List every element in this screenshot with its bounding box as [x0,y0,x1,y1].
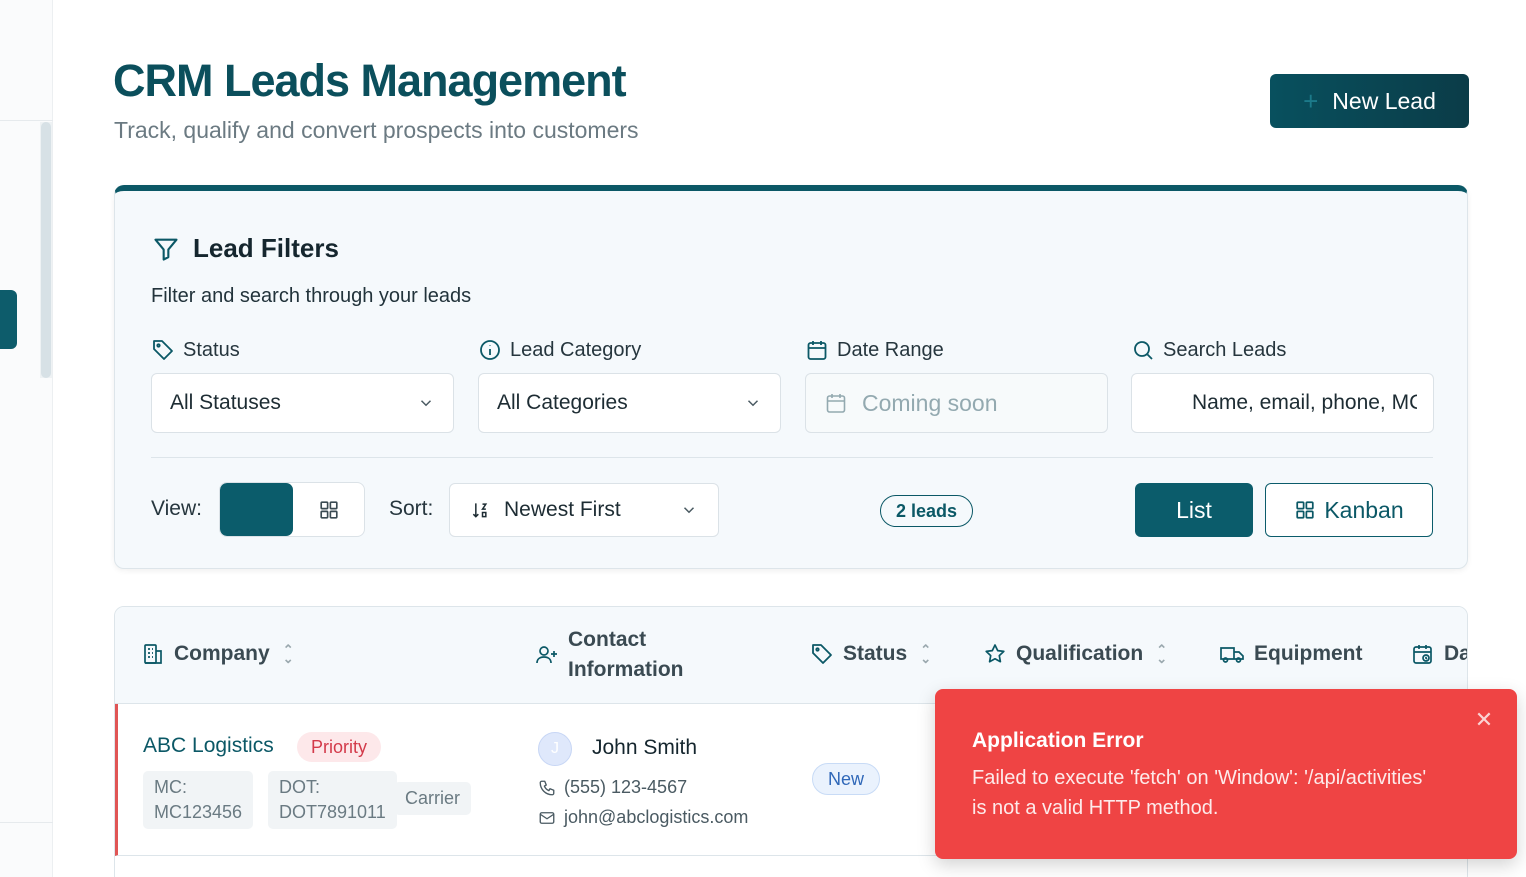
dot-chip: DOT: DOT7891011 [268,771,397,829]
view-toggle-list[interactable] [220,483,293,536]
chevron-down-icon [420,400,432,407]
status-filter-label: Status [151,338,240,362]
column-date-label: Da [1444,642,1467,665]
info-icon [480,340,500,360]
user-plus-icon [536,646,557,664]
mc-chip: MC: MC123456 [143,771,254,829]
date-range-value: Coming soon [862,389,998,416]
contact-email: john@abclogistics.com [538,807,748,828]
column-status[interactable]: Status ⌃ ⌄ [810,642,931,666]
plus-icon: + [1303,86,1319,116]
page-title: CRM Leads Management [113,55,627,106]
app-root: CRM Leads Management Track, qualify and … [0,0,1526,877]
calendar-icon [807,341,827,360]
search-icon [1134,341,1153,360]
star-icon [985,644,1005,663]
column-contact-label: Contact [568,628,647,651]
column-company[interactable]: Company ⌃ ⌄ [141,642,294,666]
status-badge: New [812,763,881,795]
new-lead-label: New Lead [1332,87,1436,114]
search-leads-label: Search Leads [1131,338,1286,362]
sort-arrows-icon: ⌃ ⌄ [920,642,932,666]
company-name-link[interactable]: ABC Logistics [143,734,274,758]
toast-message: Failed to execute 'fetch' on 'Window': '… [972,767,1427,819]
sidebar-item-active[interactable] [0,290,17,349]
column-contact: Contact Information [535,625,684,685]
contact-email-text: john@abclogistics.com [564,807,749,827]
mc-value: MC123456 [154,802,243,822]
sidebar-scrollbar[interactable] [41,122,51,378]
close-icon[interactable]: ✕ [1473,709,1495,731]
kanban-label: Kanban [1324,496,1404,523]
search-input[interactable]: Name, email, phone, MC [1131,373,1434,433]
sidebar-divider [0,120,53,121]
column-company-label: Company [174,642,270,665]
column-status-label: Status [843,642,908,665]
avatar: J [538,732,572,766]
sidebar-divider [0,822,53,823]
new-lead-button[interactable]: + New Lead [1270,74,1469,128]
sort-icon [472,503,488,518]
chevron-down-icon [747,400,759,407]
view-label: View: [151,497,202,520]
contact-name: John Smith [592,736,698,759]
date-range-label: Date Range [805,338,944,362]
date-range-picker: Coming soon [805,373,1108,433]
column-qualification[interactable]: Qualification ⌃ ⌄ [983,642,1167,666]
column-date: Da [1411,642,1467,666]
lead-filters-subtitle: Filter and search through your leads [151,285,472,307]
sort-arrows-icon: ⌃ ⌄ [1156,642,1168,666]
status-filter-label-text: Status [183,338,240,361]
mail-icon [539,811,555,824]
page-subtitle: Track, qualify and convert prospects int… [114,117,639,143]
tag-icon [153,340,173,360]
category-filter-label-text: Lead Category [510,338,642,361]
search-placeholder: Name, email, phone, MC [1192,391,1417,414]
truck-icon [1220,647,1244,663]
phone-icon [539,780,555,795]
priority-badge: Priority [297,732,382,762]
mc-label: MC: [154,777,187,797]
view-toggle-grid[interactable] [293,483,364,536]
contact-phone: (555) 123-4567 [538,777,687,798]
column-equipment-label: Equipment [1254,642,1363,665]
category-filter-label: Lead Category [478,338,641,362]
category-select[interactable]: All Categories [478,373,781,433]
filters-divider [151,457,1433,458]
lead-filters-title: Lead Filters [193,233,339,263]
contact-phone-text: (555) 123-4567 [564,777,688,797]
sort-select[interactable]: Newest First [449,483,719,537]
error-toast: ✕ Application Error Failed to execute 'f… [935,689,1517,859]
lead-filters-card: Lead Filters Filter and search through y… [114,185,1468,569]
toast-title: Application Error [972,729,1144,752]
chevron-down-icon [683,507,695,514]
sort-select-value: Newest First [504,498,621,521]
list-view-button[interactable]: List [1135,483,1253,537]
search-leads-label-text: Search Leads [1163,338,1287,361]
dot-value: DOT7891011 [279,802,386,822]
building-icon [144,644,162,664]
kanban-view-button[interactable]: Kanban [1265,483,1433,537]
date-range-label-text: Date Range [837,338,944,361]
tag-icon [812,644,832,664]
view-toggle[interactable] [219,482,365,537]
column-qualification-label: Qualification [1016,642,1144,665]
grid-icon [1296,501,1315,519]
status-select-value: All Statuses [170,391,281,414]
filter-icon [154,238,178,261]
column-contact-label-2: Information [568,658,684,681]
sort-label: Sort: [389,497,434,520]
status-select[interactable]: All Statuses [151,373,454,433]
calendar-icon [826,394,846,413]
category-select-value: All Categories [497,391,628,414]
grid-icon [319,500,338,519]
sort-arrows-icon: ⌃ ⌄ [282,642,294,666]
column-equipment: Equipment [1219,642,1363,666]
type-chip: Carrier [394,782,472,815]
lead-filters-heading: Lead Filters [151,233,339,264]
dot-label: DOT: [279,777,321,797]
calendar-clock-icon [1413,645,1432,664]
sidebar [0,0,53,877]
lead-count-badge: 2 leads [880,495,974,527]
